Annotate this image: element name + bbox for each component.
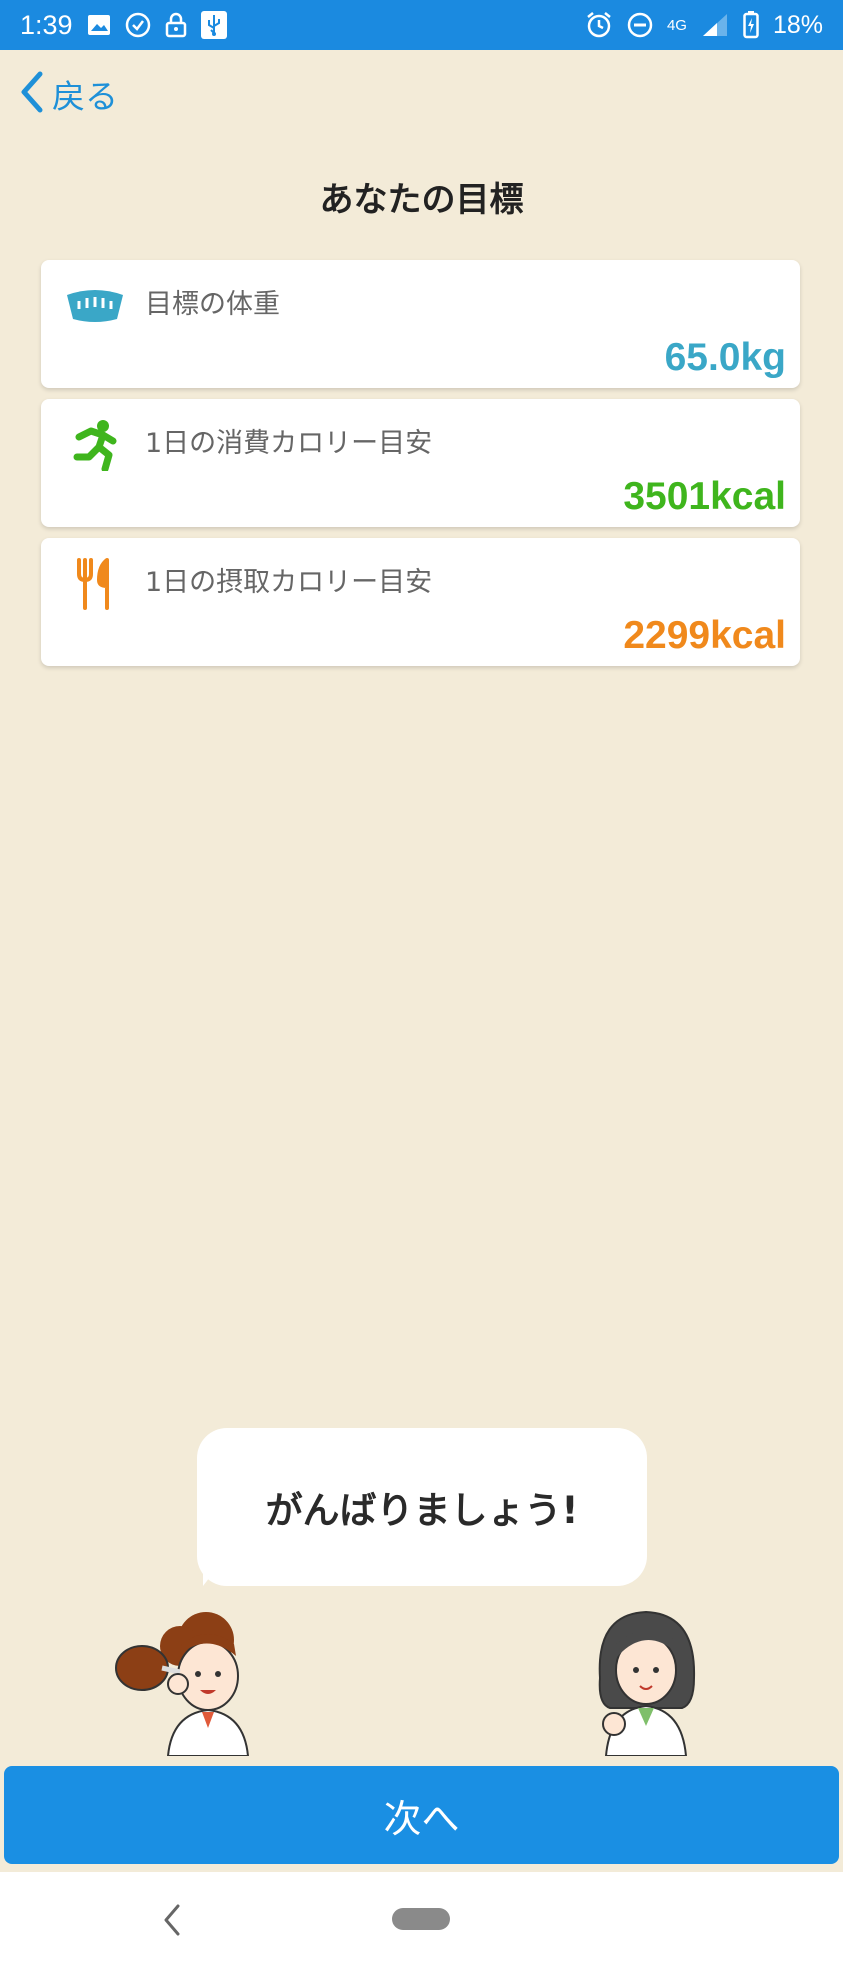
lock-icon	[165, 12, 187, 38]
character-right-illustration	[598, 1610, 696, 1756]
back-label: 戻る	[52, 77, 118, 116]
status-time: 1:39	[20, 9, 73, 40]
goal-value: 65.0kg	[664, 336, 786, 379]
status-bar-right: 4G 18%	[585, 11, 823, 40]
goal-value: 2299kcal	[623, 614, 786, 657]
signal-icon	[701, 12, 729, 38]
goal-label: 目標の体重	[145, 289, 280, 320]
status-bar: 1:39 4G 18%	[0, 0, 843, 50]
image-icon	[87, 14, 111, 36]
fork-knife-icon	[65, 558, 125, 610]
do-not-disturb-icon	[627, 12, 653, 38]
battery-percent: 18%	[772, 10, 823, 39]
check-circle-icon	[125, 12, 151, 38]
goal-label: 1日の摂取カロリー目安	[145, 567, 433, 598]
running-icon	[65, 419, 125, 471]
goal-card-burn: 1日の消費カロリー目安 3501kcal	[41, 399, 800, 527]
scale-icon	[65, 280, 125, 332]
nav-home-pill[interactable]	[392, 1908, 450, 1930]
goal-card-intake: 1日の摂取カロリー目安 2299kcal	[41, 538, 800, 666]
network-type: 4G	[666, 16, 687, 34]
page-title: あなたの目標	[319, 180, 524, 220]
system-nav-bar	[0, 1872, 843, 1966]
back-button[interactable]: 戻る	[18, 70, 118, 118]
character-left-illustration	[115, 1612, 250, 1756]
speech-text: がんばりましょう!	[265, 1489, 579, 1532]
goal-value: 3501kcal	[623, 475, 786, 518]
status-bar-left: 1:39	[20, 10, 227, 41]
next-button[interactable]: 次へ	[4, 1766, 839, 1864]
battery-charging-icon	[743, 11, 759, 39]
goal-card-weight: 目標の体重 65.0kg	[41, 260, 800, 388]
chevron-left-icon	[18, 70, 44, 118]
usb-icon	[200, 11, 227, 39]
alarm-icon	[585, 11, 613, 39]
speech-bubble: がんばりましょう!	[197, 1428, 647, 1586]
nav-back-icon[interactable]	[160, 1902, 184, 1942]
goal-label: 1日の消費カロリー目安	[145, 428, 433, 459]
